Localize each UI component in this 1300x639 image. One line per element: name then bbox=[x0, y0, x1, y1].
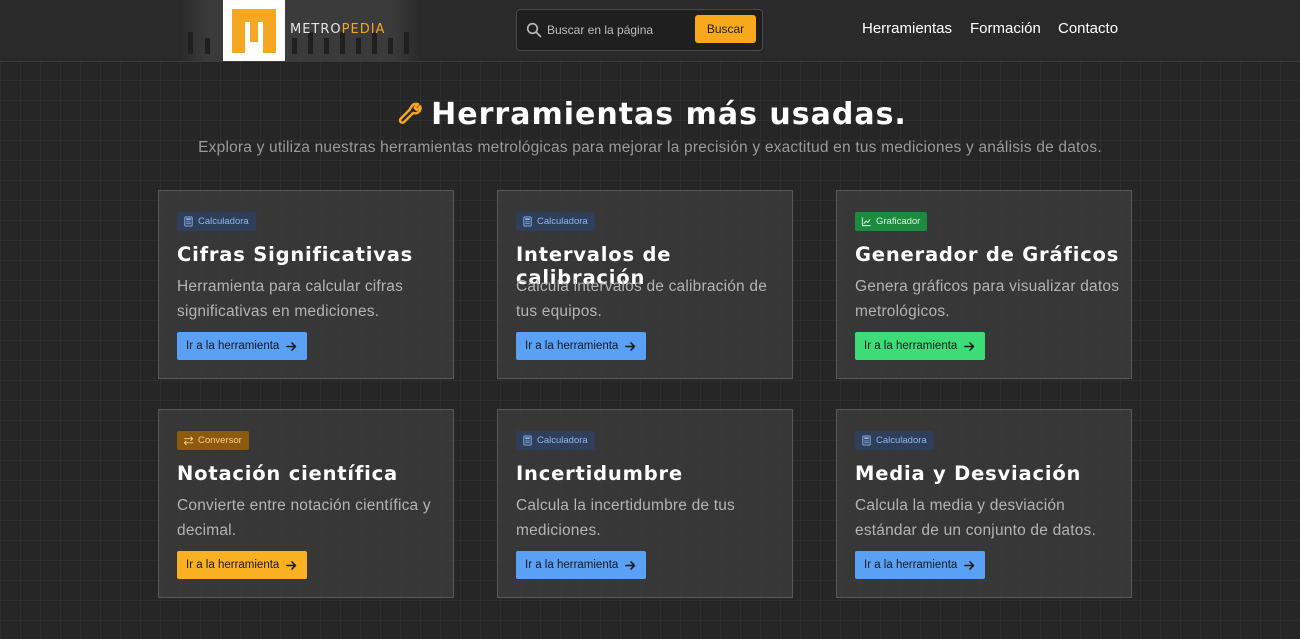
search-bar: Buscar bbox=[516, 9, 763, 51]
arrow-right-icon bbox=[964, 560, 975, 570]
tool-title: Incertidumbre bbox=[516, 462, 683, 485]
tool-title: Media y Desviación bbox=[855, 462, 1082, 485]
arrow-right-icon bbox=[286, 560, 297, 570]
tool-title: Notación científica bbox=[177, 462, 398, 485]
tool-card-cifras-significativas: Calculadora Cifras Significativas Herram… bbox=[158, 190, 454, 379]
page-title: Herramientas más usadas. bbox=[0, 94, 1300, 134]
calculator-icon bbox=[862, 435, 871, 446]
calculator-icon bbox=[523, 216, 532, 227]
tool-description: Calcula la media y desviación estándar d… bbox=[855, 497, 1096, 539]
page-title-text: Herramientas más usadas. bbox=[431, 96, 907, 132]
tool-title: Cifras Significativas bbox=[177, 243, 414, 266]
logo-mark bbox=[223, 0, 285, 61]
category-badge: Calculadora bbox=[516, 212, 595, 231]
site-header: METROPEDIA Buscar Herramientas Formación… bbox=[0, 0, 1300, 62]
calculator-icon bbox=[523, 435, 532, 446]
open-tool-button[interactable]: Ir a la herramienta bbox=[855, 332, 986, 360]
search-icon bbox=[526, 22, 542, 38]
logo-wordmark: METROPEDIA bbox=[290, 22, 386, 37]
nav-formacion[interactable]: Formación bbox=[970, 20, 1041, 37]
open-tool-button[interactable]: Ir a la herramienta bbox=[516, 551, 647, 579]
tool-card-media-desviacion: Calculadora Media y Desviación Calcula l… bbox=[836, 409, 1132, 598]
tool-description: Convierte entre notación científica y de… bbox=[177, 497, 431, 539]
tool-title: Generador de Gráficos bbox=[855, 243, 1120, 266]
exchange-icon bbox=[183, 436, 194, 446]
tool-description: Calcula intervalos de calibración de tus… bbox=[516, 278, 768, 320]
wrench-icon bbox=[399, 102, 422, 124]
chart-icon bbox=[861, 217, 871, 227]
metropedia-m-icon bbox=[232, 8, 276, 53]
arrow-right-icon bbox=[964, 341, 975, 351]
arrow-right-icon bbox=[286, 341, 297, 351]
search-input[interactable] bbox=[547, 18, 697, 42]
nav-herramientas[interactable]: Herramientas bbox=[862, 20, 952, 37]
category-badge: Conversor bbox=[177, 431, 249, 450]
arrow-right-icon bbox=[625, 341, 636, 351]
arrow-right-icon bbox=[625, 560, 636, 570]
category-badge: Calculadora bbox=[177, 212, 256, 231]
open-tool-button[interactable]: Ir a la herramienta bbox=[177, 551, 308, 579]
tool-description: Calcula la incertidumbre de tus medicion… bbox=[516, 497, 735, 539]
nav-contacto[interactable]: Contacto bbox=[1058, 20, 1118, 37]
tool-card-intervalos-calibracion: Calculadora Intervalos de calibración Ca… bbox=[497, 190, 793, 379]
open-tool-button[interactable]: Ir a la herramienta bbox=[516, 332, 647, 360]
open-tool-button[interactable]: Ir a la herramienta bbox=[855, 551, 986, 579]
tool-description: Genera gráficos para visualizar datos me… bbox=[855, 278, 1120, 320]
search-button[interactable]: Buscar bbox=[695, 15, 756, 43]
tool-card-notacion-cientifica: Conversor Notación científica Convierte … bbox=[158, 409, 454, 598]
open-tool-button[interactable]: Ir a la herramienta bbox=[177, 332, 308, 360]
tool-description: Herramienta para calcular cifras signifi… bbox=[177, 278, 404, 320]
category-badge: Graficador bbox=[855, 212, 928, 231]
tool-card-generador-graficos: Graficador Generador de Gráficos Genera … bbox=[836, 190, 1132, 379]
category-badge: Calculadora bbox=[516, 431, 595, 450]
tool-card-incertidumbre: Calculadora Incertidumbre Calcula la inc… bbox=[497, 409, 793, 598]
calculator-icon bbox=[184, 216, 193, 227]
category-badge: Calculadora bbox=[855, 431, 934, 450]
site-logo[interactable]: METROPEDIA bbox=[180, 0, 420, 61]
page-subtitle: Explora y utiliza nuestras herramientas … bbox=[198, 139, 1102, 156]
